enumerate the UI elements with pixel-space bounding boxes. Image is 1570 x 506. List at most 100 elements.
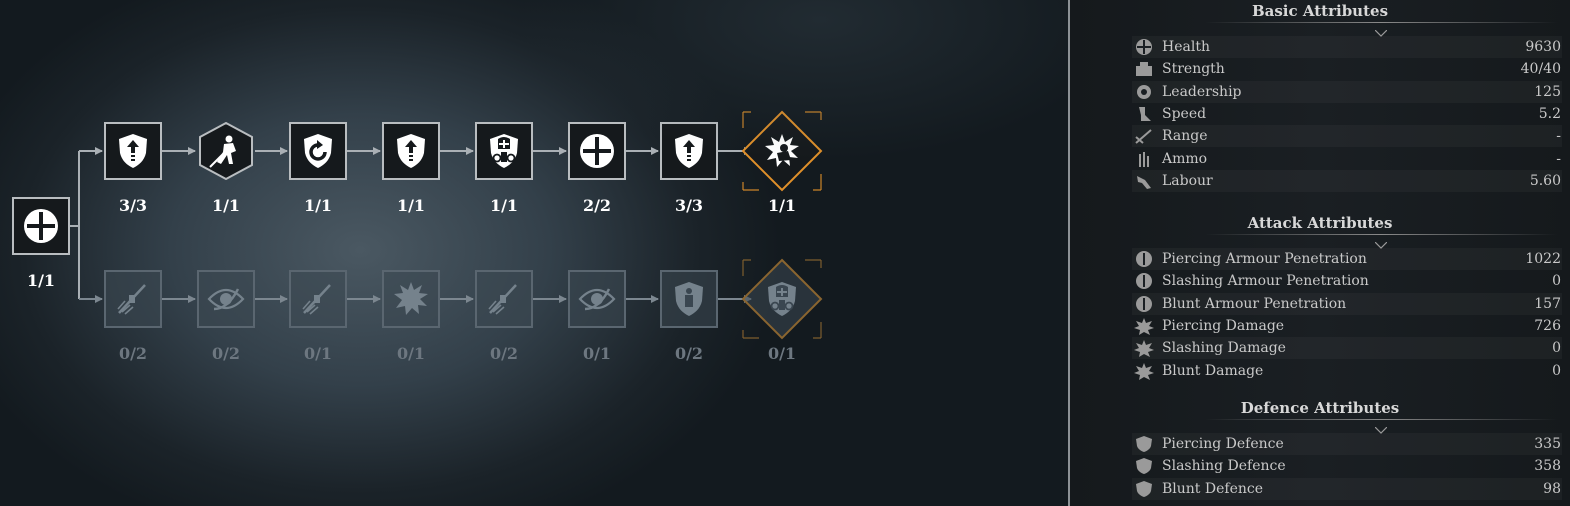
attribute-row: Leadership 125	[1132, 81, 1562, 103]
ammo-icon	[1139, 151, 1149, 167]
sword-strike-icon	[298, 279, 338, 319]
skill-node-bottom-8[interactable]	[741, 258, 823, 340]
attribute-name: Strength	[1162, 61, 1225, 78]
attribute-name: Labour	[1162, 172, 1213, 189]
basic-attributes-title: Basic Attributes	[1251, 2, 1389, 20]
skill-node-top-3[interactable]	[289, 122, 347, 180]
attribute-name: Slashing Damage	[1162, 340, 1286, 357]
sword-strike-icon	[484, 279, 524, 319]
attribute-row: Blunt Defence 98	[1132, 478, 1562, 500]
attribute-value: 9630	[1525, 39, 1561, 55]
attribute-row: Health 9630	[1132, 36, 1562, 58]
chevron-down-icon	[1374, 22, 1388, 37]
attribute-row: Blunt Damage 0	[1132, 360, 1562, 382]
shield-cycle-icon	[298, 131, 338, 171]
attribute-value: 1022	[1525, 251, 1561, 267]
skill-node-top-7[interactable]	[660, 122, 718, 180]
sword-strike-icon	[113, 279, 153, 319]
knight-armor-icon	[762, 279, 802, 319]
slashing-penetration-icon	[1136, 273, 1152, 290]
attribute-name: Piercing Armour Penetration	[1162, 251, 1367, 267]
skill-level-label: 1/1	[211, 196, 241, 215]
health-cross-icon	[21, 206, 61, 246]
skill-level-label: 1/1	[767, 196, 797, 215]
skill-level-label: 0/2	[489, 344, 519, 363]
skill-level-label: 1/1	[396, 196, 426, 215]
attribute-name: Piercing Defence	[1162, 436, 1284, 452]
skill-node-bottom-1[interactable]	[104, 270, 162, 328]
blunt-damage-icon	[1134, 362, 1154, 380]
attribute-value: 0	[1552, 362, 1561, 379]
eye-slash-icon	[577, 279, 617, 319]
attribute-name: Ammo	[1162, 150, 1208, 167]
attribute-value: 5.60	[1529, 172, 1561, 189]
attribute-name: Slashing Armour Penetration	[1162, 273, 1369, 290]
attribute-row: Strength 40/40	[1132, 58, 1562, 80]
piercing-damage-icon	[1134, 317, 1154, 335]
shield-arrow-icon	[669, 131, 709, 171]
burst-icon	[391, 279, 431, 319]
attribute-row: Piercing Damage 726	[1132, 315, 1562, 337]
skill-node-bottom-7[interactable]	[660, 270, 718, 328]
skill-node-bottom-6[interactable]	[568, 270, 626, 328]
warrior-lunge-icon	[206, 131, 246, 171]
attributes-panel: Basic Attributes Health 9630 Strength 40/40 L…	[1070, 0, 1570, 506]
shield-figure-icon	[669, 279, 709, 319]
attribute-name: Speed	[1162, 105, 1207, 122]
attribute-value: 157	[1534, 295, 1561, 312]
burst-knight-icon	[762, 131, 802, 171]
attribute-row: Slashing Damage 0	[1132, 337, 1562, 359]
skill-node-top-5[interactable]	[475, 122, 533, 180]
attribute-row: Ammo -	[1132, 148, 1562, 170]
attribute-value: 125	[1534, 83, 1561, 100]
health-icon	[1136, 39, 1152, 55]
attribute-value: 40/40	[1520, 61, 1561, 78]
attribute-name: Blunt Damage	[1162, 362, 1264, 379]
attribute-value: 5.2	[1538, 105, 1561, 122]
skill-level-label: 0/1	[767, 344, 797, 363]
attribute-name: Blunt Armour Penetration	[1162, 295, 1347, 312]
skill-tree-area: 1/1 3/3 1/1 1/1 1/1 1/1 2/2 3/3 1/1 0/2 …	[0, 0, 1068, 506]
range-icon	[1135, 129, 1152, 144]
blunt-penetration-icon	[1136, 295, 1152, 312]
skill-node-top-6[interactable]	[568, 122, 626, 180]
knight-armor-icon	[484, 131, 524, 171]
attribute-value: 335	[1534, 436, 1561, 452]
attribute-value: 358	[1534, 458, 1561, 475]
attribute-name: Range	[1162, 128, 1208, 145]
attribute-value: 98	[1543, 480, 1561, 497]
skill-node-top-2[interactable]	[197, 122, 255, 180]
defence-attributes-title: Defence Attributes	[1240, 399, 1400, 417]
attribute-name: Piercing Damage	[1162, 317, 1285, 334]
skill-node-bottom-3[interactable]	[289, 270, 347, 328]
skill-node-top-8[interactable]	[741, 110, 823, 192]
skill-node-bottom-2[interactable]	[197, 270, 255, 328]
speed-icon	[1139, 106, 1151, 121]
skill-level-label: 0/1	[303, 344, 333, 363]
shield-arrow-icon	[113, 131, 153, 171]
strength-icon	[1136, 62, 1152, 77]
skill-level-label: 3/3	[674, 196, 704, 215]
skill-node-root[interactable]	[12, 197, 70, 255]
attribute-name: Leadership	[1162, 83, 1242, 100]
attribute-name: Blunt Defence	[1162, 480, 1263, 497]
skill-node-bottom-4[interactable]	[382, 270, 440, 328]
skill-node-top-1[interactable]	[104, 122, 162, 180]
skill-level-label: 1/1	[26, 271, 56, 290]
slashing-damage-icon	[1134, 340, 1154, 358]
skill-node-bottom-5[interactable]	[475, 270, 533, 328]
attribute-row: Slashing Armour Penetration 0	[1132, 270, 1562, 292]
attack-attributes-title: Attack Attributes	[1247, 214, 1393, 232]
connector-lines	[70, 147, 752, 303]
skill-level-label: 0/1	[582, 344, 612, 363]
skill-level-label: 0/1	[396, 344, 426, 363]
attribute-row: Piercing Defence 335	[1132, 433, 1562, 455]
blunt-defence-icon	[1136, 480, 1152, 497]
skill-level-label: 0/2	[211, 344, 241, 363]
piercing-penetration-icon	[1136, 251, 1152, 267]
eye-slash-icon	[206, 279, 246, 319]
skill-node-top-4[interactable]	[382, 122, 440, 180]
attribute-value: 726	[1534, 317, 1561, 334]
attribute-value: -	[1556, 150, 1561, 167]
skill-level-label: 1/1	[489, 196, 519, 215]
